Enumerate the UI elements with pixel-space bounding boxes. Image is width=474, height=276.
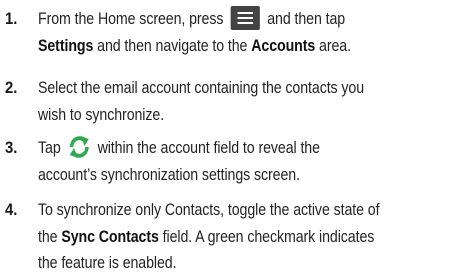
step-number: 4. — [5, 201, 18, 219]
sync-icon — [68, 135, 90, 159]
text-segment: within the account field to reveal the — [93, 139, 320, 157]
step-text-line: wish to synchronize. — [38, 102, 164, 128]
step-text-line: account’s synchronization settings scree… — [38, 162, 300, 188]
bold-term: Settings — [38, 36, 94, 55]
text-segment: the feature is enabled. — [38, 254, 177, 272]
text-segment: wish to synchronize. — [38, 105, 165, 124]
step-number: 1. — [5, 10, 18, 28]
text-segment: Select the email account containing the … — [38, 79, 365, 97]
step-text-line: Tap within the account field to reveal t… — [38, 135, 320, 161]
step-number: 2. — [5, 79, 18, 97]
text-segment: and then navigate to the — [93, 36, 252, 55]
text-segment: the — [38, 227, 62, 246]
text-segment: and then tap — [263, 10, 346, 28]
bold-term: Accounts — [251, 36, 316, 55]
text-segment: account’s synchronization settings scree… — [38, 165, 300, 184]
step-number: 3. — [5, 139, 18, 157]
step-text-line: To synchronize only Contacts, toggle the… — [38, 197, 380, 223]
text-segment: area. — [315, 36, 351, 55]
step-text-line: the Sync Contacts field. A green checkma… — [38, 224, 374, 250]
menu-icon — [230, 5, 260, 30]
bold-term: Sync Contacts — [61, 227, 159, 246]
text-segment: To synchronize only Contacts, toggle the… — [38, 201, 380, 219]
text-segment: field. A green checkmark indicates — [158, 227, 375, 246]
step-text-line: From the Home screen, press and then tap — [38, 5, 346, 32]
text-segment: From the Home screen, press — [38, 10, 228, 28]
step-text-line: the feature is enabled. — [38, 250, 177, 276]
step-text-line: Select the email account containing the … — [38, 75, 364, 101]
step-text-line: Settings and then navigate to the Accoun… — [38, 33, 351, 59]
text-segment: Tap — [38, 139, 65, 157]
